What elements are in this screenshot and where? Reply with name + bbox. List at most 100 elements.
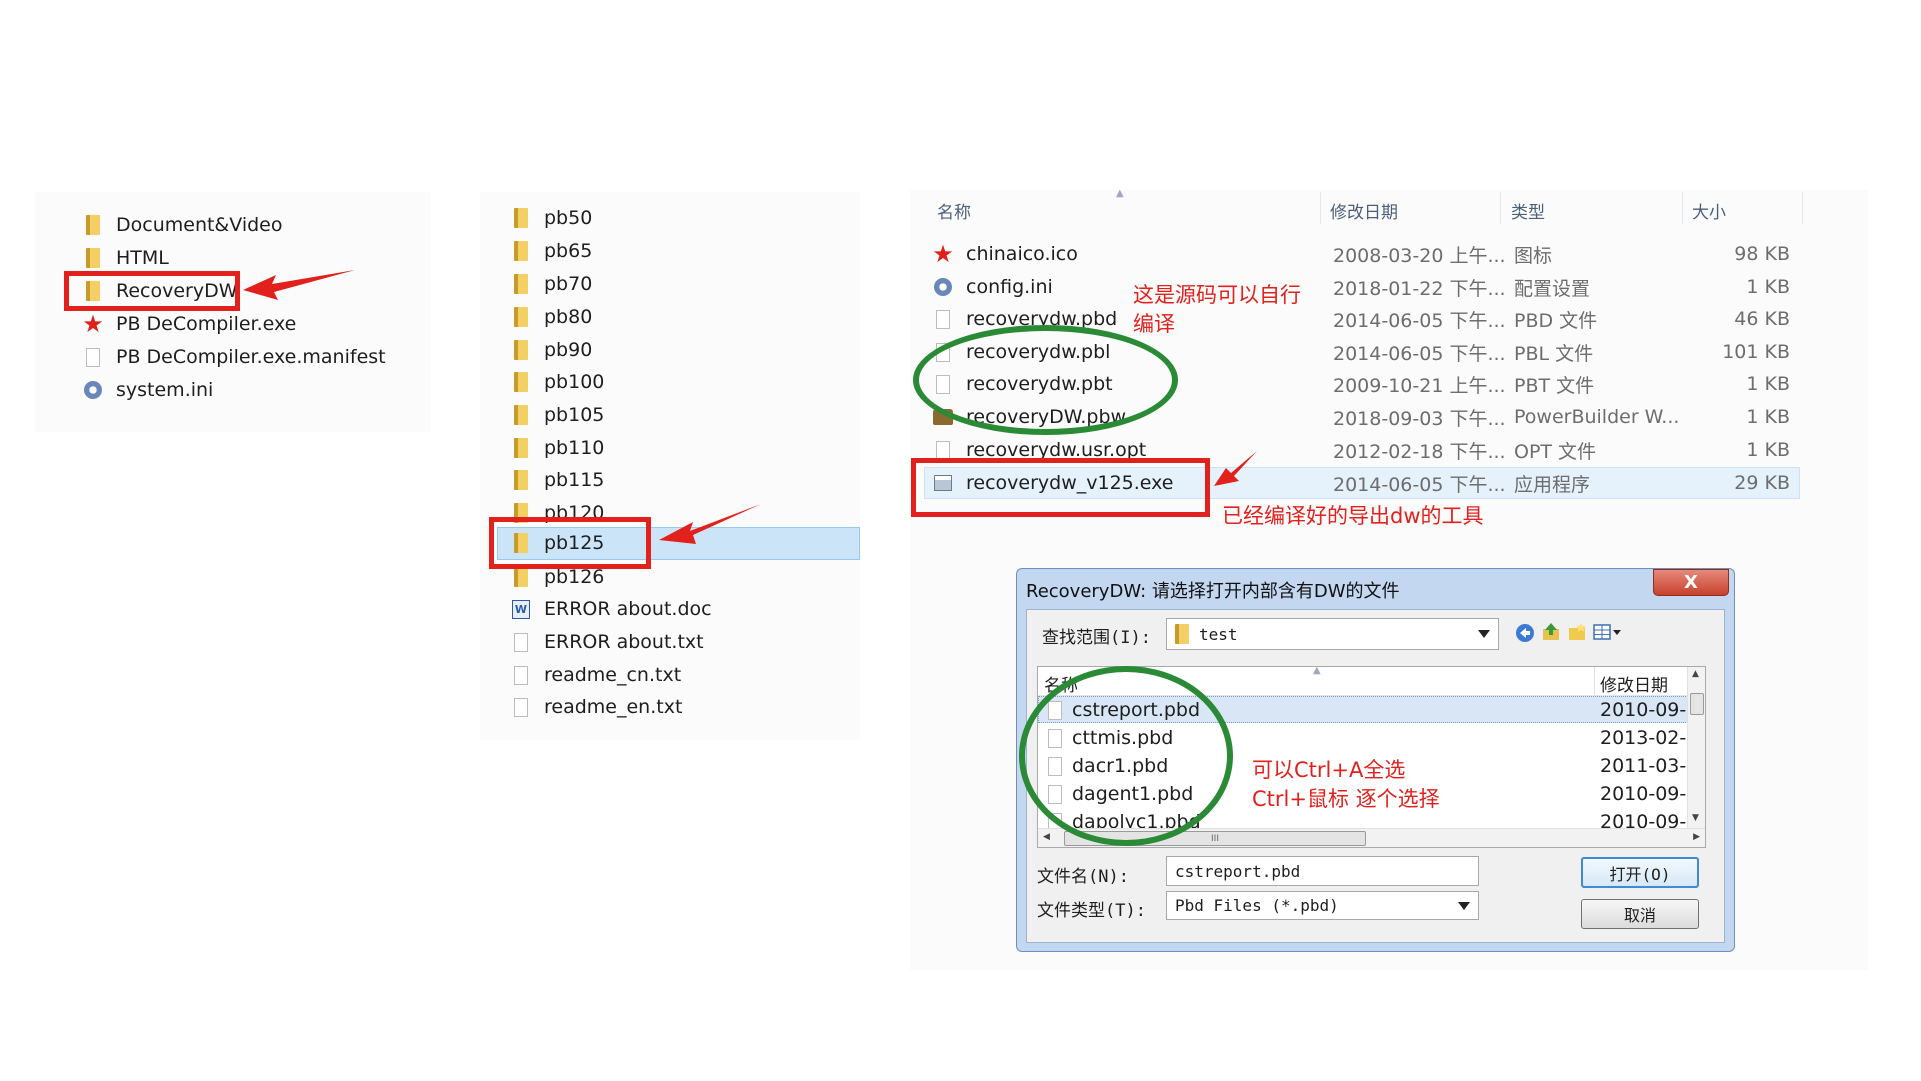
- vertical-scrollbar[interactable]: ▲ ▼: [1687, 667, 1705, 830]
- item-label: pb80: [544, 306, 593, 328]
- folder-icon: [80, 213, 106, 237]
- filename-label: 文件名(N):: [1037, 867, 1129, 887]
- item-label: pb50: [544, 207, 593, 229]
- item-label: PB DeCompiler.exe.manifest: [116, 346, 386, 368]
- text-file-icon: [508, 630, 534, 654]
- file-date: 2014-06-05 下午...: [1333, 342, 1506, 365]
- item-label: PB DeCompiler.exe: [116, 313, 297, 335]
- file-date: 2018-01-22 下午...: [1333, 277, 1506, 300]
- folder-icon: [1175, 624, 1189, 644]
- folder-icon: [508, 338, 534, 362]
- folder-item[interactable]: pb115: [508, 464, 604, 496]
- lookin-label: 查找范围(I):: [1042, 628, 1151, 648]
- folder-item[interactable]: pb65: [508, 235, 592, 267]
- file-type: PBT 文件: [1514, 374, 1595, 397]
- item-label: pb115: [544, 469, 605, 491]
- file-item-pb-decompiler-exe[interactable]: ★ PB DeCompiler.exe: [80, 308, 296, 340]
- folder-icon: [508, 206, 534, 230]
- scroll-right-icon[interactable]: ▶: [1693, 832, 1700, 842]
- file-type: 应用程序: [1514, 473, 1591, 496]
- cancel-button[interactable]: 取消: [1581, 899, 1699, 929]
- folder-item-document-video[interactable]: Document&Video: [80, 209, 282, 241]
- column-header-type[interactable]: 类型: [1511, 198, 1545, 223]
- column-header-name[interactable]: 名称: [937, 198, 971, 223]
- view-menu-icon[interactable]: [1593, 622, 1623, 642]
- item-label: ERROR about.txt: [544, 631, 704, 653]
- folder-icon: [508, 239, 534, 263]
- file-row-config-ini[interactable]: config.ini 2018-01-22 下午... 配置设置 1 KB: [930, 271, 1800, 303]
- item-label: HTML: [116, 247, 169, 269]
- file-type: PowerBuilder W...: [1514, 406, 1680, 428]
- scroll-down-icon[interactable]: ▼: [1692, 813, 1699, 823]
- dialog-close-button[interactable]: X: [1653, 569, 1729, 596]
- sort-arrow-icon: ▲: [1116, 188, 1124, 199]
- filetype-label: 文件类型(T):: [1037, 901, 1146, 921]
- new-folder-icon[interactable]: [1567, 622, 1587, 642]
- file-size: 101 KB: [1722, 341, 1790, 363]
- green-circle-source-files: [913, 325, 1178, 435]
- column-header-date[interactable]: 修改日期: [1330, 198, 1398, 223]
- column-header-size[interactable]: 大小: [1692, 198, 1726, 223]
- note-line: 可以Ctrl+A全选: [1252, 758, 1406, 782]
- file-type: PBD 文件: [1514, 309, 1598, 332]
- chevron-down-icon: [1478, 630, 1490, 638]
- back-icon[interactable]: [1515, 623, 1535, 643]
- file-item-manifest[interactable]: PB DeCompiler.exe.manifest: [80, 341, 386, 373]
- scroll-up-icon[interactable]: ▲: [1692, 669, 1699, 679]
- item-label: pb65: [544, 240, 593, 262]
- file-item-readme-en[interactable]: readme_en.txt: [508, 691, 682, 723]
- folder-icon: [508, 468, 534, 492]
- dialog-title: RecoveryDW: 请选择打开内部含有DW的文件: [1026, 581, 1400, 602]
- list-header-date[interactable]: 修改日期: [1600, 671, 1668, 696]
- lookin-combo[interactable]: test: [1166, 618, 1499, 650]
- folder-item[interactable]: pb100: [508, 366, 604, 398]
- text-file-icon: [508, 695, 534, 719]
- item-label: pb126: [544, 566, 605, 588]
- open-button[interactable]: 打开(O): [1581, 857, 1699, 888]
- file-size: 1 KB: [1746, 406, 1790, 428]
- filetype-select[interactable]: Pbd Files (*.pbd): [1166, 891, 1479, 920]
- folder-item[interactable]: pb110: [508, 432, 604, 464]
- file-date: 2014-06-05 下午...: [1333, 473, 1506, 496]
- list-file-date: 2013-02-: [1600, 727, 1687, 749]
- highlight-box-recoverydw: [64, 271, 240, 311]
- scroll-thumb[interactable]: [1690, 693, 1704, 715]
- folder-item[interactable]: pb105: [508, 399, 604, 431]
- file-icon: [80, 345, 106, 369]
- file-icon: [930, 307, 956, 331]
- highlight-box-pb125: [489, 517, 651, 569]
- note-line: 编译: [1133, 312, 1175, 336]
- item-label: readme_cn.txt: [544, 664, 682, 686]
- file-date: 2008-03-20 上午...: [1333, 244, 1506, 267]
- up-folder-icon[interactable]: [1541, 622, 1561, 642]
- file-item-error-doc[interactable]: W ERROR about.doc: [508, 593, 712, 625]
- folder-item-html[interactable]: HTML: [80, 242, 169, 274]
- sort-arrow-icon: ▲: [1313, 666, 1321, 676]
- file-item-readme-cn[interactable]: readme_cn.txt: [508, 659, 681, 691]
- item-label: pb110: [544, 437, 605, 459]
- scroll-left-icon[interactable]: ◀: [1043, 832, 1050, 842]
- red-arrow-icon: [659, 504, 761, 544]
- column-divider: [1500, 192, 1501, 224]
- file-type: 图标: [1514, 244, 1553, 267]
- settings-file-icon: [930, 275, 956, 299]
- folder-item[interactable]: pb70: [508, 268, 592, 300]
- file-size: 1 KB: [1746, 373, 1790, 395]
- folder-icon: [508, 403, 534, 427]
- folder-item[interactable]: pb80: [508, 301, 592, 333]
- file-type: PBL 文件: [1514, 342, 1594, 365]
- filename-input[interactable]: cstreport.pbd: [1166, 856, 1479, 886]
- folder-item[interactable]: pb90: [508, 334, 592, 366]
- file-date: 2014-06-05 下午...: [1333, 309, 1506, 332]
- file-item-error-txt[interactable]: ERROR about.txt: [508, 626, 704, 658]
- folder-item[interactable]: pb50: [508, 202, 592, 234]
- file-row-chinaico[interactable]: ★ chinaico.ico 2008-03-20 上午... 图标 98 KB: [930, 238, 1800, 270]
- item-label: system.ini: [116, 379, 214, 401]
- highlight-box-exe: [911, 458, 1210, 517]
- word-doc-icon: W: [508, 597, 534, 621]
- red-arrow-icon: [243, 270, 355, 300]
- file-item-system-ini[interactable]: system.ini: [80, 374, 213, 406]
- file-date: 2012-02-18 下午...: [1333, 440, 1506, 463]
- red-arrow-icon: [1214, 451, 1257, 486]
- list-file-date: 2011-03-: [1600, 755, 1687, 777]
